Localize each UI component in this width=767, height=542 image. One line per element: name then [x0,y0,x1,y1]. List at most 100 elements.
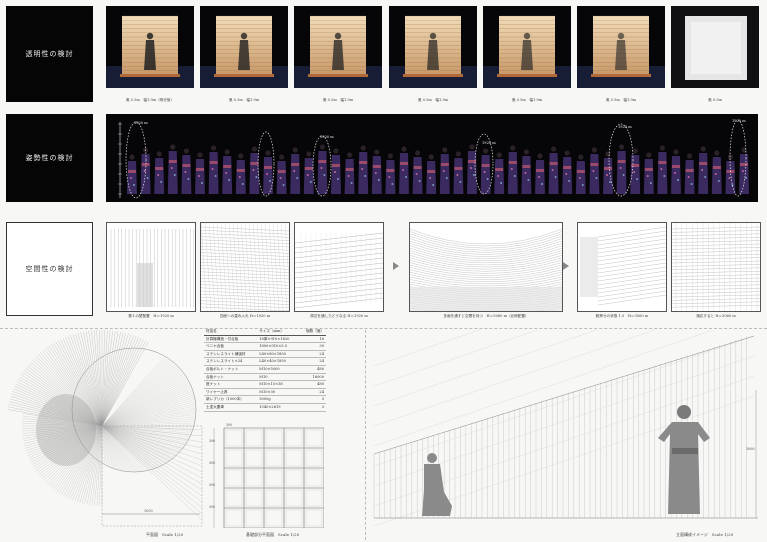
kimono-figure [603,151,613,194]
kimono-figure [276,154,287,194]
space-caption: 多面を通すと空間を持つ H＝3060 m（北側配置） [443,314,529,318]
height-annotation: 1920 m [320,135,334,139]
arrow-right-icon [393,262,399,270]
transparency-label: 透明性の検討 [6,6,93,102]
table-row: 新レプリカ（1000本） 3000g 3 [204,395,326,404]
space-study-cell [409,222,563,312]
height-annotation: 1920 m [732,119,746,123]
kimono-figure [453,151,464,194]
materials-table: 材品名 サイズ（mm） 個数（個） 計算機構造・付合板 18厚×910×1820 16 ベニ… [204,328,326,412]
foundation-dimension: 300 [209,483,215,487]
table-cell: 合板ボルト・ナット [204,365,258,374]
kimono-figure [589,147,600,194]
kimono-figure [739,147,749,194]
foundation-dimension: 300 [209,461,215,465]
transparency-photo [200,6,288,88]
table-cell: 1540×2619 [257,403,300,412]
transparency-caption: 奥 0.5m 幅1.9m [511,98,543,102]
table-cell: 480 [299,365,326,374]
kimono-figure [249,146,260,194]
table-cell: ワイヤー止具 [204,388,258,397]
table-cell: 18厚×910×1820 [257,335,300,344]
table-cell: 座ナット [204,380,258,389]
section-divider-vertical [365,330,366,540]
photo-image [106,6,194,88]
table-cell: L40×40×1850 [257,357,300,366]
table-cell: 24 [299,388,326,397]
wireframe-render [295,232,383,309]
kimono-figure [616,144,627,194]
table-cell: 土塗大豊車 [204,403,258,412]
transparency-caption: 奥 0.5m 幅1.9m [605,98,637,102]
kimono-figure [263,150,273,194]
table-row: ステンレスライト×24 L40×40×1850 24 [204,357,326,366]
shadow-figure [36,394,96,466]
space-study-cell [294,222,384,312]
kimono-figure [521,149,532,194]
foundation-dimension: 300 [226,423,232,427]
space-caption: 周辺を通したどうなる H＝1920 m [310,314,368,318]
foundation-dimension: 300 [209,439,215,443]
height-annotation: 1920 m [618,125,632,129]
transparency-label-text: 透明性の検討 [25,50,74,58]
kimono-figure [412,150,423,194]
wireframe-render [580,226,666,306]
kimono-figure [154,151,165,194]
kimono-figure [480,148,491,194]
kimono-figure [358,145,369,194]
space-study-cell [106,222,196,312]
wireframe-render [110,229,194,307]
table-cell: ステンレスライト×24 [204,357,258,366]
transparency-caption: 奥 0.5m 幅1.9m [322,98,354,102]
table-cell: 3000g [257,395,300,404]
table-cell: 16000 [299,373,326,382]
photo-image [389,6,477,88]
kimono-figure [698,146,709,194]
kimono-figure [222,149,233,194]
kimono-figure [535,153,545,194]
space-label: 空間性の検討 [6,222,93,316]
kimono-figure [317,144,328,194]
table-cell: 新レプリカ（1000本） [204,395,258,404]
kimono-figure [507,145,518,194]
table-cell: 3 [299,395,326,404]
space-caption: 腕押せの状態 1.5 H＝3060 m [595,314,649,318]
table-cell: M10 [257,373,300,382]
space-label-text: 空間性の検討 [25,265,74,273]
photo-image [671,6,759,88]
table-cell: M10×30 [257,388,300,397]
table-header-cell: サイズ（mm） [257,328,300,336]
table-cell: 1800×910×5.5 [257,342,300,351]
kimono-figure [671,149,681,194]
transparency-photo [483,6,571,88]
elevation-dimension: 3060 [746,447,755,451]
plan-caption: 平面図 Scale 1/20 [146,532,184,537]
transparency-caption: 奥 0.3m 幅1.9m（明光後） [125,98,175,102]
kimono-figure [562,150,573,194]
foundation-grid [223,427,324,528]
table-header-cell: 個数（個） [299,328,326,336]
foundation-plan-drawing: 300 300 300 300 300 [209,423,324,528]
space-caption: 四面への重み入れ H＝1920 m [219,314,271,318]
transparency-caption: 奥 0.5m 幅1.9m [417,98,449,102]
table-cell: 計算機構造・付合板 [204,335,258,344]
kimono-figure [235,153,246,194]
materials-table-wrap: 材品名 サイズ（mm） 個数（個） 計算機構造・付合板 18厚×910×1820 16 ベニ… [204,328,326,412]
photo-image [483,6,571,88]
table-row: ワイヤー止具 M10×30 24 [204,388,326,397]
table-cell: 24 [299,350,326,359]
kimono-figure [290,147,301,194]
foundation-caption: 基礎部分平面図 Scale 1/20 [246,532,300,537]
transparency-photo [389,6,477,88]
kimono-figure [127,154,137,194]
kimono-figure [331,148,341,194]
table-row: 合板ボルト・ナット M10×5000 480 [204,365,326,374]
table-cell: ステンレスライト補強材 [204,350,258,359]
kimono-figure [575,154,586,194]
kimono-figure [657,145,668,194]
photo-image [577,6,665,88]
table-row: ステンレスライト補強材 L80×80×1850 24 [204,350,326,359]
seated-figure [422,453,452,516]
posture-label: 姿勢性の検討 [6,114,93,202]
height-annotation: 1920 m [482,141,496,145]
